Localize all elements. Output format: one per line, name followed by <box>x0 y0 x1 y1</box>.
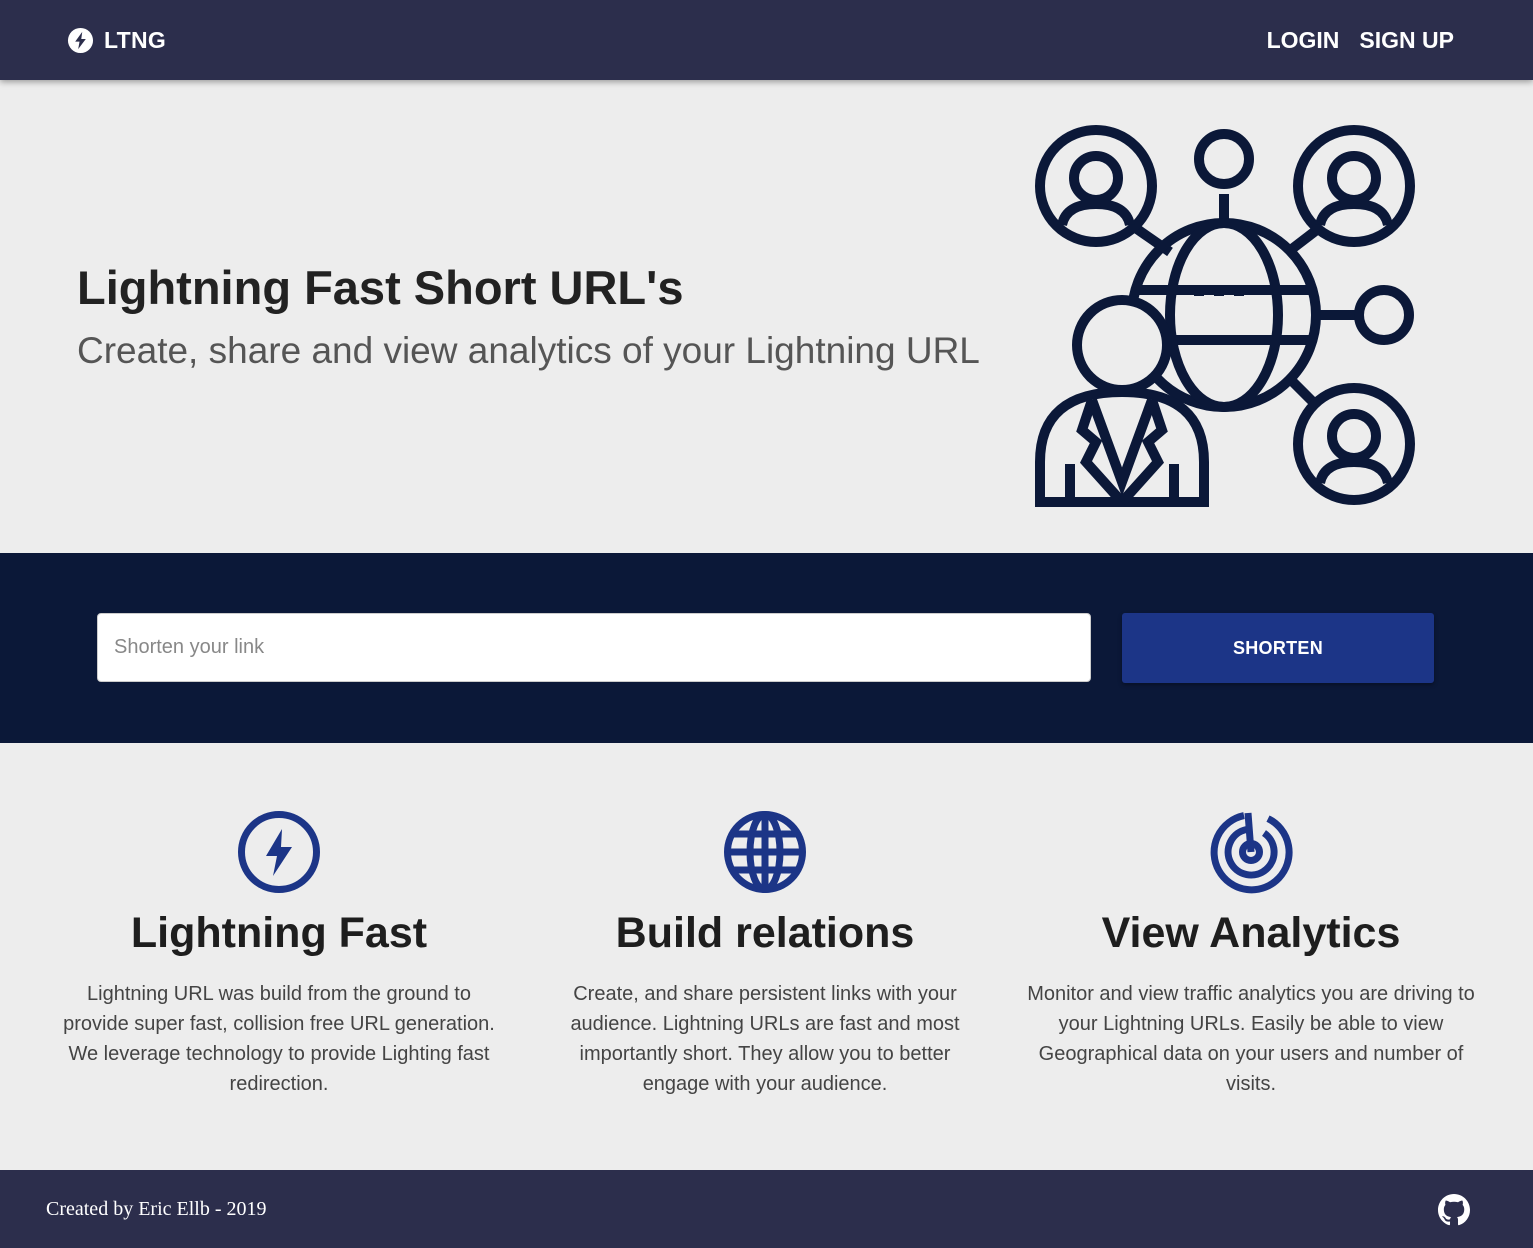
brand-name: LTNG <box>104 26 167 53</box>
globe-icon <box>724 811 806 893</box>
hero-section: Lightning Fast Short URL's Create, share… <box>0 80 1533 553</box>
global-network-people-icon <box>1035 125 1415 507</box>
hero-title: Lightning Fast Short URL's <box>77 261 684 314</box>
nav-links: LOGIN SIGN UP <box>1267 25 1454 55</box>
feature-title: Build relations <box>615 909 915 957</box>
feature-view-analytics: View Analytics Monitor and view traffic … <box>1016 809 1486 1099</box>
shorten-section: SHORTEN <box>0 553 1533 743</box>
radar-icon <box>1210 812 1293 894</box>
feature-description: Monitor and view traffic analytics you a… <box>1027 983 1475 1095</box>
shorten-button[interactable]: SHORTEN <box>1122 613 1434 683</box>
feature-title: Lightning Fast <box>130 909 428 957</box>
footer-credit: Created by Eric Ellb - 2019 <box>46 1198 267 1220</box>
feature-description: Lightning URL was build from the ground … <box>63 983 495 1095</box>
top-navbar: LTNG LOGIN SIGN UP <box>0 0 1533 80</box>
login-link[interactable]: LOGIN <box>1267 27 1340 54</box>
feature-lightning-fast: Lightning Fast Lightning URL was build f… <box>44 809 514 1099</box>
brand-logo-link[interactable]: LTNG <box>67 25 166 55</box>
hero-subtitle: Create, share and view analytics of your… <box>77 330 980 371</box>
feature-title: View Analytics <box>1101 909 1401 957</box>
shorten-link-input[interactable] <box>97 613 1091 682</box>
feature-description: Create, and share persistent links with … <box>570 983 960 1095</box>
feature-build-relations: Build relations Create, and share persis… <box>530 809 1000 1099</box>
github-icon <box>1438 1194 1470 1226</box>
footer: Created by Eric Ellb - 2019 <box>0 1170 1533 1248</box>
github-link[interactable] <box>1438 1194 1470 1226</box>
features-section: Lightning Fast Lightning URL was build f… <box>0 743 1533 1170</box>
lightning-bolt-icon <box>67 27 94 54</box>
lightning-bolt-icon <box>238 811 320 893</box>
signup-link[interactable]: SIGN UP <box>1359 27 1454 54</box>
